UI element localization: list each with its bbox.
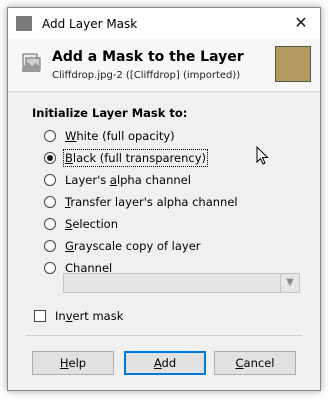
radio-grayscale-copy[interactable]: Grayscale copy of layer [44, 237, 201, 255]
dialog-heading: Add a Mask to the Layer [52, 49, 244, 65]
help-button[interactable]: Help [32, 351, 114, 375]
radio-button[interactable] [44, 152, 56, 164]
layer-thumbnail [275, 46, 311, 82]
cancel-button[interactable]: Cancel [214, 351, 296, 375]
radio-button[interactable] [44, 130, 56, 142]
radio-black[interactable]: Black (full transparency) [44, 149, 209, 167]
radio-button[interactable] [44, 174, 56, 186]
chevron-down-icon[interactable]: ▼ [280, 274, 299, 292]
app-icon [16, 16, 32, 31]
radio-label-layer-alpha: Layer's alpha channel [65, 173, 191, 187]
radio-label-white: White (full opacity) [65, 129, 175, 143]
divider [26, 335, 302, 336]
invert-mask-checkbox-row[interactable]: Invert mask [34, 307, 123, 325]
invert-mask-label: Invert mask [55, 309, 124, 323]
radio-layer-alpha[interactable]: Layer's alpha channel [44, 171, 191, 189]
layer-mask-icon [22, 53, 41, 72]
radio-label-selection: Selection [65, 217, 119, 231]
window-title: Add Layer Mask [42, 17, 138, 31]
layer-name: Cliffdrop.jpg-2 ([Cliffdrop] (imported)) [52, 70, 241, 81]
dialog-header: Add a Mask to the Layer Cliffdrop.jpg-2 … [8, 39, 320, 92]
radio-label-grayscale: Grayscale copy of layer [65, 239, 201, 253]
radio-button[interactable] [44, 240, 56, 252]
title-bar[interactable]: Add Layer Mask ✕ [8, 8, 320, 40]
close-icon[interactable]: ✕ [290, 12, 312, 34]
radio-button[interactable] [44, 262, 56, 274]
radio-selection[interactable]: Selection [44, 215, 118, 233]
radio-button[interactable] [44, 196, 56, 208]
radio-label-black: Black (full transparency) [62, 149, 209, 167]
radio-white[interactable]: White (full opacity) [44, 127, 175, 145]
channel-select[interactable]: ▼ [63, 273, 300, 293]
radio-button[interactable] [44, 218, 56, 230]
mouse-cursor-icon [256, 146, 269, 165]
invert-mask-checkbox[interactable] [34, 310, 46, 322]
radio-transfer-alpha[interactable]: Transfer layer's alpha channel [44, 193, 238, 211]
radio-label-transfer-alpha: Transfer layer's alpha channel [65, 195, 238, 209]
add-button[interactable]: Add [124, 351, 206, 375]
initialize-label: Initialize Layer Mask to: [32, 106, 188, 120]
add-layer-mask-dialog: Add Layer Mask ✕ Add a Mask to the Layer… [7, 7, 321, 391]
